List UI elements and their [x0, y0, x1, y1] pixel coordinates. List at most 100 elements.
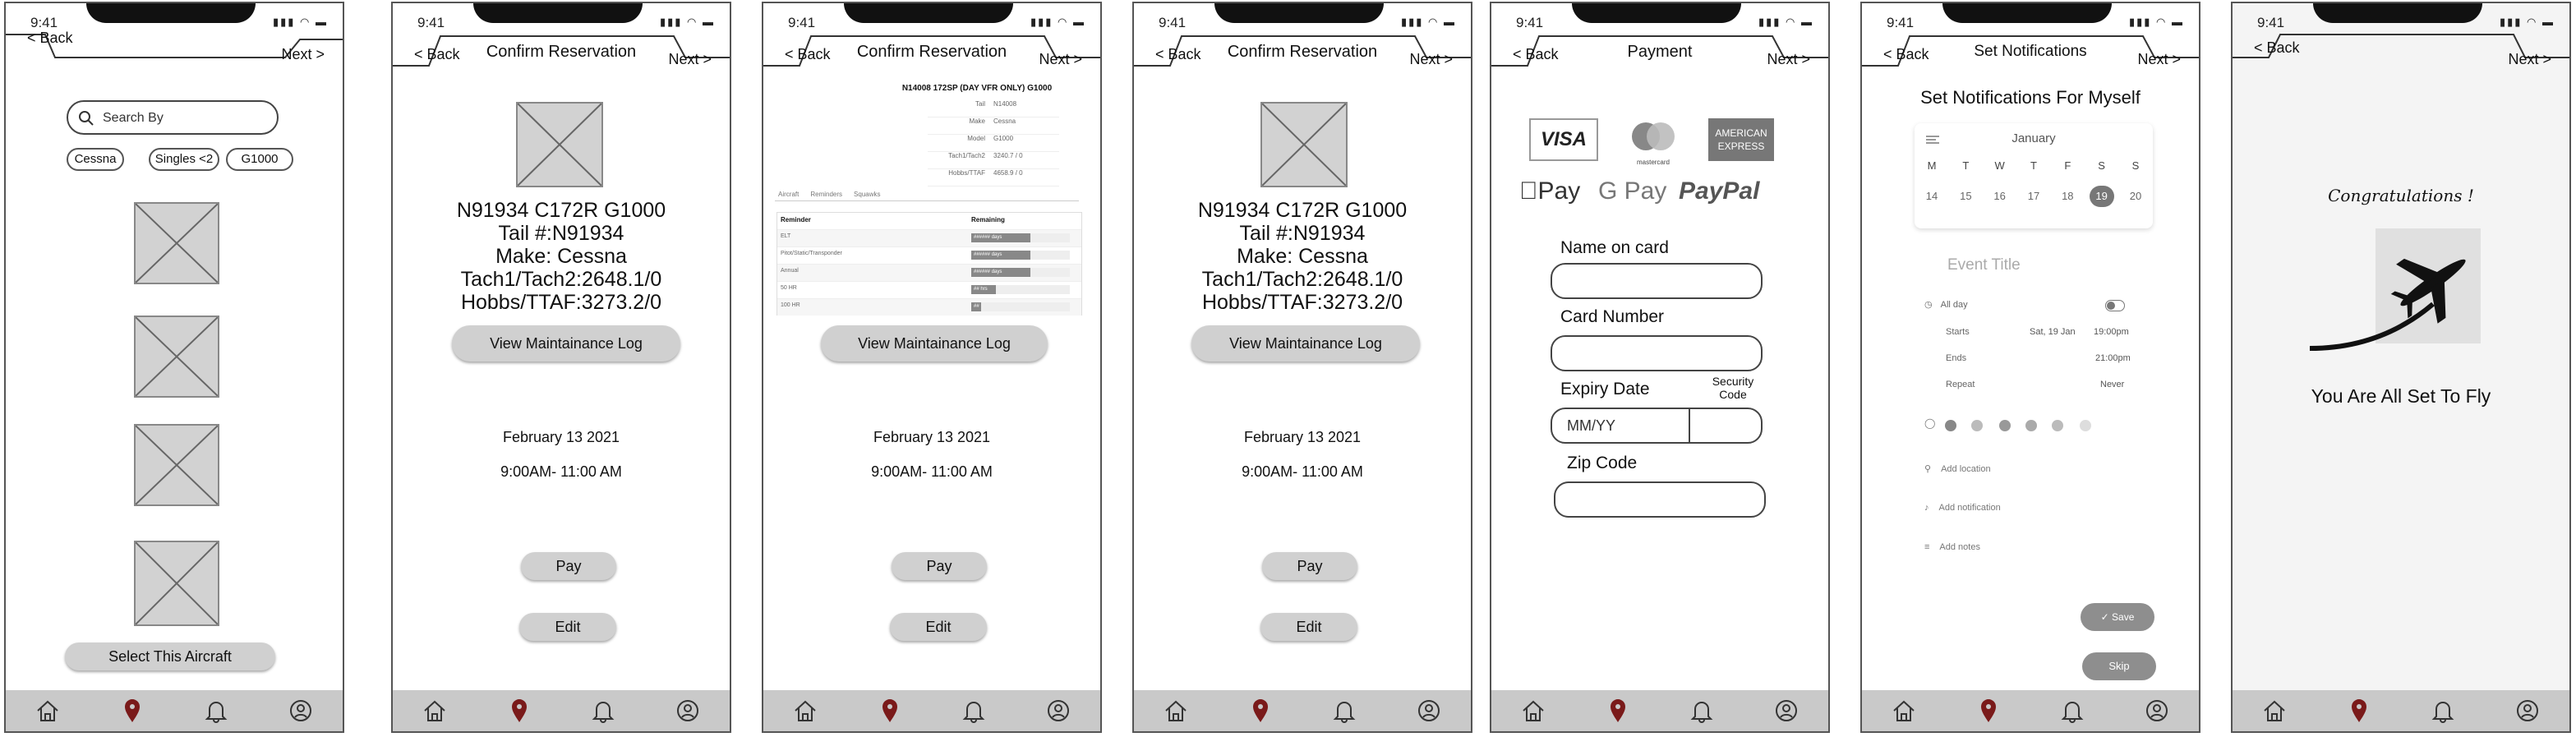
- calendar-day[interactable]: 20: [2123, 186, 2148, 207]
- status-icons: ▮▮▮ ◠ ▬: [1030, 16, 1085, 28]
- expiry-security-group: MM/YY: [1551, 408, 1763, 444]
- tab-map[interactable]: [873, 694, 906, 727]
- filter-chip-cessna[interactable]: Cessna: [67, 148, 124, 171]
- tab-home[interactable]: [1517, 694, 1550, 727]
- pay-button[interactable]: Pay: [892, 552, 987, 580]
- color-swatch[interactable]: [1971, 420, 1983, 431]
- select-aircraft-button[interactable]: Select This Aircraft: [65, 643, 275, 670]
- card-number-input[interactable]: [1551, 335, 1763, 371]
- screen-set-notifications: 9:41 ▮▮▮ ◠ ▬ < Back Set Notifications Ne…: [1860, 2, 2200, 733]
- color-swatch[interactable]: [1945, 420, 1956, 431]
- aircraft-image-placeholder[interactable]: [134, 424, 219, 506]
- calendar-day[interactable]: 14: [1919, 186, 1944, 207]
- add-notes-row[interactable]: ≡ Add notes: [1924, 542, 1980, 552]
- tab-home[interactable]: [31, 694, 64, 727]
- apple-pay-logo[interactable]: Pay: [1519, 177, 1580, 205]
- expiry-input[interactable]: MM/YY: [1567, 417, 1615, 435]
- color-swatch[interactable]: [2052, 420, 2063, 431]
- calendar-day-selected[interactable]: 19: [2089, 186, 2114, 207]
- amex-logo[interactable]: AMERICAN EXPRESS: [1708, 118, 1774, 161]
- back-button[interactable]: < Back: [2254, 39, 2300, 57]
- edit-button[interactable]: Edit: [1260, 613, 1357, 641]
- back-button[interactable]: < Back: [27, 30, 73, 47]
- calendar-day[interactable]: 17: [2021, 186, 2046, 207]
- log-tab[interactable]: Aircraft: [778, 191, 799, 198]
- filter-chip-singles[interactable]: Singles <2: [149, 148, 219, 171]
- add-notification-row[interactable]: ♪ Add notification: [1924, 503, 2001, 513]
- log-detail-row: Tach1/Tach2 3240.7 / 0: [928, 152, 1059, 169]
- filter-chip-g1000[interactable]: G1000: [226, 148, 293, 171]
- view-maintenance-log-button[interactable]: View Maintainance Log: [1191, 325, 1420, 362]
- visa-logo[interactable]: VISA: [1529, 118, 1598, 161]
- remaining-bar-fill: ###### days: [971, 268, 1030, 277]
- aircraft-image-placeholder[interactable]: [134, 316, 219, 398]
- google-pay-logo[interactable]: G Pay: [1598, 177, 1666, 205]
- starts-time[interactable]: 19:00pm: [2094, 327, 2129, 337]
- search-input[interactable]: Search By: [67, 100, 279, 135]
- tab-notifications[interactable]: [957, 694, 990, 727]
- calendar-day[interactable]: 18: [2055, 186, 2080, 207]
- tab-notifications[interactable]: [1685, 694, 1718, 727]
- tab-map[interactable]: [1244, 694, 1277, 727]
- tab-notifications[interactable]: [200, 694, 233, 727]
- tab-profile[interactable]: [2511, 694, 2544, 727]
- log-tab[interactable]: Reminders: [810, 191, 842, 198]
- edit-button[interactable]: Edit: [519, 613, 616, 641]
- skip-button[interactable]: Skip: [2082, 652, 2156, 680]
- calendar-day[interactable]: 16: [1988, 186, 2012, 207]
- color-swatch[interactable]: [2080, 420, 2091, 431]
- tab-map[interactable]: [116, 694, 149, 727]
- weekday-label: W: [1994, 159, 2005, 172]
- add-location-row[interactable]: ⚲ Add location: [1924, 463, 1991, 474]
- tab-home[interactable]: [2258, 694, 2291, 727]
- log-tab[interactable]: Squawks: [854, 191, 880, 198]
- tab-notifications[interactable]: [2056, 694, 2089, 727]
- paypal-logo[interactable]: PayPal: [1679, 177, 1759, 205]
- next-button[interactable]: Next >: [281, 46, 325, 63]
- tab-notifications[interactable]: [1328, 694, 1361, 727]
- security-code-input[interactable]: [1689, 409, 1764, 442]
- next-button[interactable]: Next >: [2137, 51, 2181, 68]
- repeat-value[interactable]: Never: [2100, 380, 2124, 389]
- tab-profile[interactable]: [1042, 694, 1075, 727]
- ends-time[interactable]: 21:00pm: [2095, 353, 2131, 363]
- tab-map[interactable]: [503, 694, 536, 727]
- tab-profile[interactable]: [284, 694, 317, 727]
- pay-button[interactable]: Pay: [521, 552, 616, 580]
- event-title-input[interactable]: Event Title: [1947, 256, 2021, 274]
- mastercard-logo[interactable]: mastercard: [1624, 118, 1682, 166]
- color-swatch[interactable]: [2025, 420, 2037, 431]
- save-button[interactable]: ✓ Save: [2081, 603, 2154, 631]
- nav-bar: < Back Next >: [6, 30, 343, 76]
- calendar-day[interactable]: 15: [1953, 186, 1978, 207]
- tab-profile[interactable]: [2141, 694, 2173, 727]
- color-swatch[interactable]: [1999, 420, 2011, 431]
- aircraft-image-placeholder[interactable]: [134, 541, 219, 626]
- tab-map[interactable]: [1601, 694, 1634, 727]
- edit-button[interactable]: Edit: [890, 613, 987, 641]
- next-button[interactable]: Next >: [2508, 51, 2551, 68]
- tab-map[interactable]: [1972, 694, 2005, 727]
- view-maintenance-log-button[interactable]: View Maintainance Log: [452, 325, 680, 362]
- pay-button[interactable]: Pay: [1262, 552, 1357, 580]
- tab-profile[interactable]: [671, 694, 704, 727]
- all-day-toggle[interactable]: [2105, 300, 2125, 311]
- tab-home[interactable]: [1887, 694, 1920, 727]
- next-button[interactable]: Next >: [1767, 51, 1810, 68]
- next-button[interactable]: Next >: [1039, 51, 1082, 68]
- tab-map[interactable]: [2343, 694, 2376, 727]
- tab-home[interactable]: [789, 694, 822, 727]
- tab-profile[interactable]: [1770, 694, 1803, 727]
- tab-home[interactable]: [418, 694, 451, 727]
- zip-code-input[interactable]: [1554, 481, 1766, 518]
- tab-profile[interactable]: [1412, 694, 1445, 727]
- next-button[interactable]: Next >: [668, 51, 712, 68]
- view-maintenance-log-button[interactable]: View Maintainance Log: [821, 325, 1048, 362]
- tab-home[interactable]: [1159, 694, 1192, 727]
- name-on-card-input[interactable]: [1551, 263, 1763, 299]
- tab-notifications[interactable]: [2426, 694, 2459, 727]
- tab-notifications[interactable]: [587, 694, 620, 727]
- aircraft-image-placeholder[interactable]: [134, 202, 219, 284]
- starts-date[interactable]: Sat, 19 Jan: [2030, 327, 2076, 337]
- next-button[interactable]: Next >: [1409, 51, 1453, 68]
